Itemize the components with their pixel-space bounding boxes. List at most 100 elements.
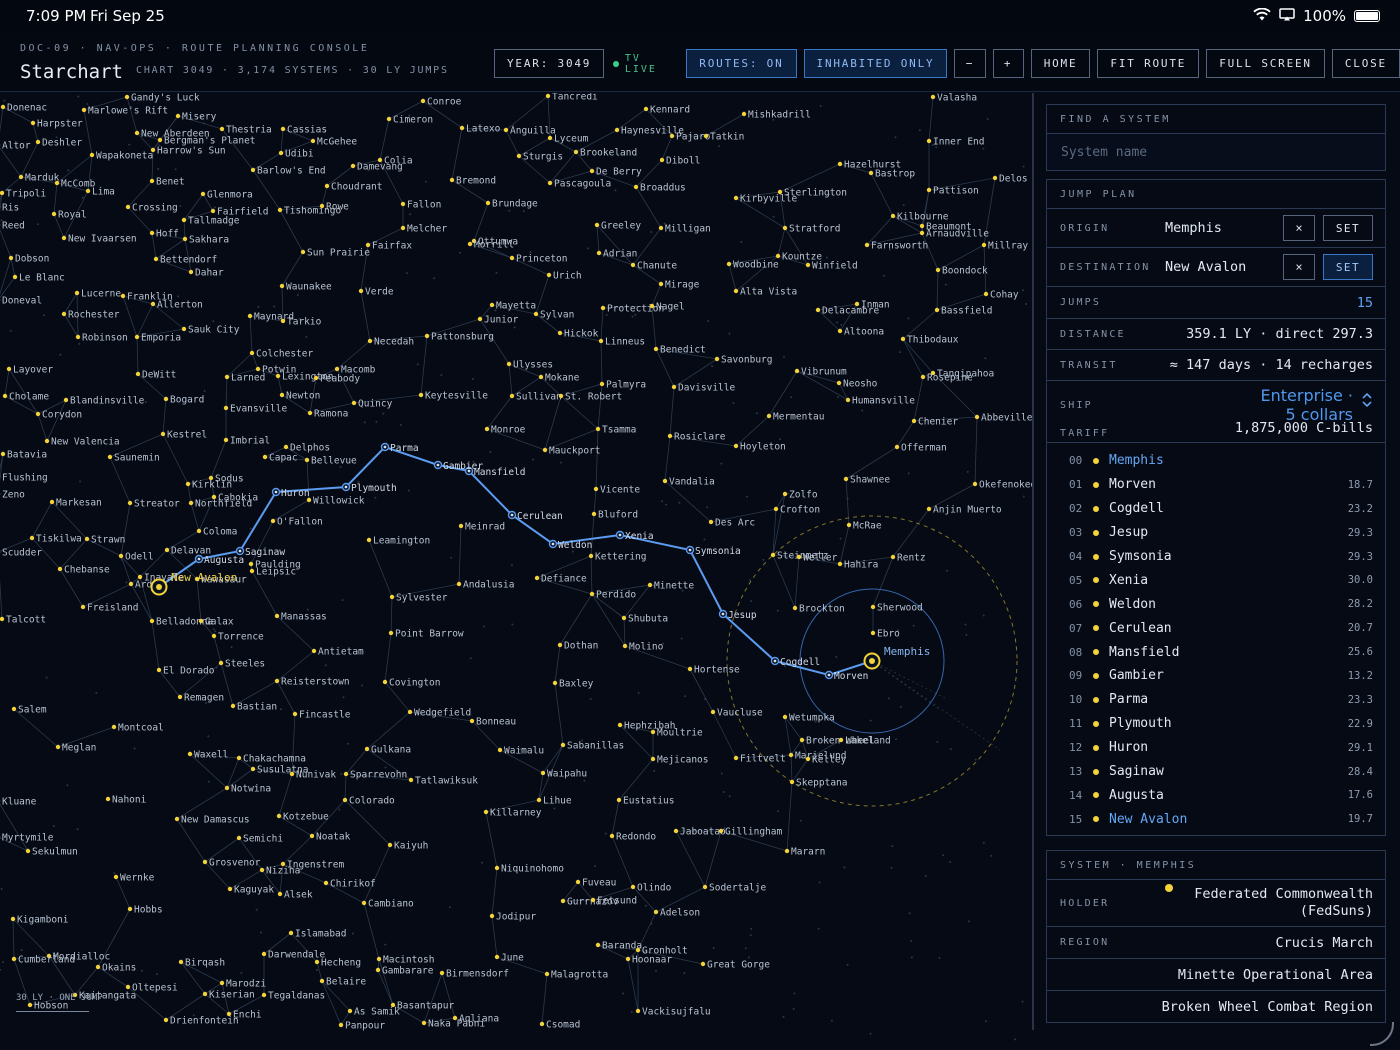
map-system[interactable]: Point Barrow	[388, 629, 464, 640]
map-system[interactable]: Sauk City	[181, 325, 240, 336]
map-system[interactable]: Mauckport	[542, 446, 601, 457]
map-system[interactable]: Chebanse	[57, 565, 110, 576]
system-star-icon[interactable]	[590, 897, 596, 903]
map-system[interactable]: Aqliana	[452, 1014, 499, 1025]
system-star-icon[interactable]	[261, 951, 267, 957]
map-system[interactable]: Mayetta	[489, 301, 536, 312]
map-system[interactable]: Cumberland	[11, 955, 75, 966]
system-star-icon[interactable]	[533, 311, 539, 317]
map-system[interactable]: Anguilla	[503, 126, 556, 137]
system-star-icon[interactable]	[449, 177, 455, 183]
system-star-icon[interactable]	[782, 714, 788, 720]
map-system[interactable]: Lihue	[536, 796, 572, 807]
system-star-icon[interactable]	[164, 547, 170, 553]
system-star-icon[interactable]	[600, 305, 606, 311]
system-star-icon[interactable]	[614, 127, 620, 133]
map-system[interactable]: Pascagoula	[547, 179, 611, 190]
waypoint-dot-icon[interactable]	[827, 673, 831, 677]
system-star-icon[interactable]	[796, 554, 802, 560]
system-star-icon[interactable]	[777, 189, 783, 195]
map-system[interactable]: Birqash	[178, 958, 225, 969]
system-star-icon[interactable]	[782, 491, 788, 497]
system-star-icon[interactable]	[182, 236, 188, 242]
map-system[interactable]: Wedgefield	[407, 708, 471, 719]
map-system[interactable]: Tegaldanas	[261, 991, 325, 1002]
map-system[interactable]: Freisland	[80, 603, 139, 614]
map-system[interactable]: Delos	[992, 174, 1028, 185]
route-waypoint[interactable]: Gambier	[433, 460, 484, 472]
map-system[interactable]: Morrill	[467, 240, 514, 251]
system-star-icon[interactable]	[304, 457, 310, 463]
map-system[interactable]: Nahoni	[105, 795, 147, 806]
system-star-icon[interactable]	[61, 235, 67, 241]
map-system[interactable]: Bastian	[230, 702, 277, 713]
map-system[interactable]: Evansville	[223, 404, 288, 415]
map-system[interactable]: Valasha	[930, 93, 977, 104]
map-system[interactable]: Savonburg	[714, 355, 773, 366]
system-star-icon[interactable]	[799, 737, 805, 743]
map-system[interactable]: Winfield	[805, 261, 858, 272]
system-star-icon[interactable]	[560, 742, 566, 748]
system-star-icon[interactable]	[649, 303, 655, 309]
system-star-icon[interactable]	[185, 481, 191, 487]
route-waypoint[interactable]: Xenia	[615, 530, 654, 542]
waypoint-dot-icon[interactable]	[274, 490, 278, 494]
map-system[interactable]: Covington	[382, 678, 441, 689]
jump-list-item[interactable]: 02 Cogdell 23.2	[1047, 497, 1385, 521]
system-star-icon[interactable]	[718, 828, 724, 834]
map-system[interactable]: Salem	[11, 705, 47, 716]
map-system[interactable]: Benet	[149, 177, 185, 188]
map-system[interactable]: Le Blanc	[12, 273, 65, 284]
system-star-icon[interactable]	[789, 779, 795, 785]
system-star-icon[interactable]	[609, 833, 615, 839]
system-star-icon[interactable]	[358, 288, 364, 294]
map-system[interactable]: Remagen	[177, 693, 224, 704]
map-system[interactable]: Torrence	[211, 632, 264, 643]
map-system[interactable]: St. Robert	[558, 392, 622, 403]
waypoint-dot-icon[interactable]	[197, 557, 201, 561]
system-star-icon[interactable]	[838, 737, 844, 743]
map-system[interactable]: Abbeville	[974, 413, 1033, 424]
map-system[interactable]: Neosho	[836, 379, 878, 390]
system-star-icon[interactable]	[188, 269, 194, 275]
map-system[interactable]: Defiance	[534, 574, 587, 585]
map-system[interactable]: Farnsworth	[864, 241, 928, 252]
system-star-icon[interactable]	[134, 334, 140, 340]
system-star-icon[interactable]	[837, 161, 843, 167]
system-star-icon[interactable]	[687, 666, 693, 672]
map-system[interactable]: As Samik	[347, 1007, 400, 1018]
map-system[interactable]: Weller	[796, 553, 838, 564]
system-star-icon[interactable]	[538, 374, 544, 380]
system-star-icon[interactable]	[593, 486, 599, 492]
system-star-icon[interactable]	[710, 709, 716, 715]
system-star-icon[interactable]	[74, 290, 80, 296]
map-system[interactable]: Redondo	[609, 832, 657, 843]
system-star-icon[interactable]	[591, 511, 597, 517]
system-star-icon[interactable]	[280, 318, 286, 324]
system-star-icon[interactable]	[424, 333, 430, 339]
jump-list-item[interactable]: 03 Jesup 29.3	[1047, 521, 1385, 545]
map-system[interactable]: Monroe	[484, 425, 526, 436]
system-star-icon[interactable]	[25, 848, 31, 854]
map-system[interactable]: Harrow's Sun	[150, 146, 226, 157]
map-system[interactable]: Nunivak	[289, 770, 337, 781]
route-waypoint[interactable]: Weldon	[548, 539, 593, 551]
map-system[interactable]: Niquinohomo	[494, 864, 564, 875]
system-star-icon[interactable]	[983, 291, 989, 297]
system-star-icon[interactable]	[845, 397, 851, 403]
map-system[interactable]: Palmyra	[599, 380, 646, 391]
system-star-icon[interactable]	[439, 970, 445, 976]
system-star-icon[interactable]	[367, 338, 373, 344]
system-star-icon[interactable]	[868, 170, 874, 176]
map-system[interactable]: Emporia	[134, 333, 181, 344]
map-system[interactable]: Pattison	[926, 186, 979, 197]
system-star-icon[interactable]	[149, 178, 155, 184]
system-star-icon[interactable]	[236, 835, 242, 841]
system-star-icon[interactable]	[546, 272, 552, 278]
system-star-icon[interactable]	[250, 167, 256, 173]
jump-list-item[interactable]: 13 Saginaw 28.4	[1047, 760, 1385, 784]
map-system[interactable]: Shawnee	[843, 475, 891, 486]
system-star-icon[interactable]	[547, 135, 553, 141]
map-system[interactable]: Ris	[0, 203, 19, 214]
system-star-icon[interactable]	[29, 535, 35, 541]
